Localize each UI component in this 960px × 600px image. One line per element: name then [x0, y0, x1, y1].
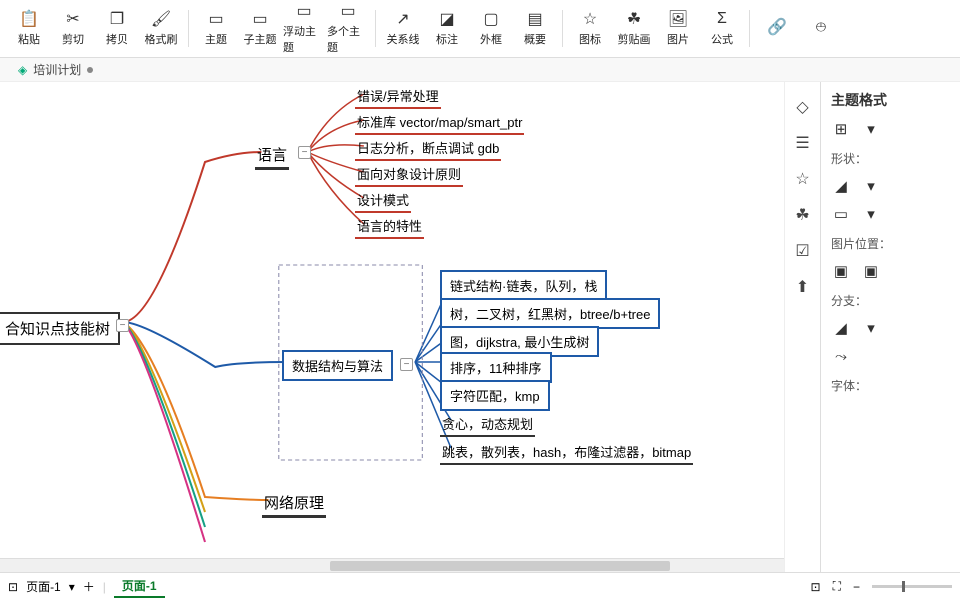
boundary-button[interactable]: ▢外框: [470, 4, 512, 52]
copy-icon: ❐: [107, 9, 127, 29]
fill-icon[interactable]: ◢: [831, 177, 851, 195]
chevron-down-icon[interactable]: ▾: [861, 177, 881, 195]
fit-icon[interactable]: ⊡: [811, 580, 821, 594]
main-toolbar: 📋粘贴 ✂剪切 ❐拷贝 🖌格式刷 ▭主题 ▭子主题 ▭浮动主题 ▭多个主题 ↗关…: [0, 0, 960, 58]
font-label: 字体：: [831, 377, 950, 394]
chevron-down-icon[interactable]: ▾: [861, 205, 881, 223]
chevron-down-icon[interactable]: ▾: [69, 580, 75, 594]
relation-icon: ↗: [393, 9, 413, 29]
image-left-icon[interactable]: ▣: [831, 262, 851, 280]
mindmap-node[interactable]: 日志分析，断点调试 gdb: [355, 136, 501, 161]
zoom-slider[interactable]: [872, 585, 952, 588]
shape-label: 形状：: [831, 150, 950, 167]
clover-icon[interactable]: ☘: [792, 204, 814, 226]
network-button[interactable]: ⦺: [800, 4, 842, 52]
format-button[interactable]: 🖌格式刷: [140, 4, 182, 52]
page-tab-active[interactable]: 页面-1: [114, 575, 165, 598]
add-page-button[interactable]: ＋: [83, 578, 95, 595]
multi-button[interactable]: ▭多个主题: [327, 4, 369, 52]
subtopic-button[interactable]: ▭子主题: [239, 4, 281, 52]
multi-icon: ▭: [338, 1, 358, 21]
image-button[interactable]: 🖼图片: [657, 4, 699, 52]
collapse-icon[interactable]: −: [116, 319, 129, 332]
export-icon[interactable]: ⬆: [792, 276, 814, 298]
outline-icon[interactable]: ⊡: [8, 580, 18, 594]
summary-icon: ▤: [525, 9, 545, 29]
summary-button[interactable]: ▤概要: [514, 4, 556, 52]
mindmap-canvas[interactable]: 合知识点技能树 − 语言 − 错误/异常处理 标准库 vector/map/sm…: [0, 82, 820, 572]
mindmap-node[interactable]: 错误/异常处理: [355, 84, 441, 109]
star-icon: ☆: [580, 9, 600, 29]
close-icon[interactable]: [87, 67, 93, 73]
root-node[interactable]: 合知识点技能树: [0, 312, 120, 345]
branch-style-icon[interactable]: ⤳: [831, 347, 851, 365]
mindmap-node[interactable]: 跳表，散列表，hash，布隆过滤器，bitmap: [440, 440, 693, 465]
imgpos-label: 图片位置：: [831, 235, 950, 252]
paste-icon: 📋: [19, 9, 39, 29]
link-button[interactable]: 🔗: [756, 4, 798, 52]
list-icon[interactable]: ☰: [792, 132, 814, 154]
boundary-icon: ▢: [481, 9, 501, 29]
tab-label: 培训计划: [33, 61, 81, 78]
horizontal-scrollbar[interactable]: [0, 558, 806, 572]
style-icon[interactable]: ◇: [792, 96, 814, 118]
chevron-down-icon[interactable]: ▾: [861, 319, 881, 337]
link-icon: 🔗: [767, 17, 787, 37]
grid-icon[interactable]: ⊞: [831, 120, 851, 138]
cut-button[interactable]: ✂剪切: [52, 4, 94, 52]
fullscreen-icon[interactable]: ⛶: [833, 579, 841, 594]
icon-button[interactable]: ☆图标: [569, 4, 611, 52]
mindmap-node[interactable]: 标准库 vector/map/smart_ptr: [355, 110, 524, 135]
document-tab[interactable]: ◈ 培训计划: [10, 59, 101, 80]
mindmap-node[interactable]: 链式结构·链表，队列，栈: [440, 270, 607, 301]
document-tabs: ◈ 培训计划: [0, 58, 960, 82]
mindmap-node[interactable]: 语言的特性: [355, 214, 424, 239]
branch-color-icon[interactable]: ◢: [831, 319, 851, 337]
mindmap-node[interactable]: 面向对象设计原则: [355, 162, 463, 187]
clipart-icon: ☘: [624, 9, 644, 29]
border-icon[interactable]: ▭: [831, 205, 851, 223]
topic-icon: ▭: [206, 9, 226, 29]
panel-title: 主题格式: [831, 90, 950, 110]
floating-button[interactable]: ▭浮动主题: [283, 4, 325, 52]
sigma-icon: Σ: [712, 9, 732, 29]
task-icon[interactable]: ☑: [792, 240, 814, 262]
branch-network[interactable]: 网络原理: [262, 490, 326, 518]
paste-button[interactable]: 📋粘贴: [8, 4, 50, 52]
mindmap-node[interactable]: 贪心，动态规划: [440, 412, 535, 437]
clipart-button[interactable]: ☘剪贴画: [613, 4, 655, 52]
mindmap-node[interactable]: 设计模式: [355, 188, 411, 213]
format-panel: 主题格式 ⊞ ▾ 形状： ◢ ▾ ▭ ▾ 图片位置： ▣ ▣ 分支： ◢ ▾ ⤳…: [820, 82, 960, 572]
copy-button[interactable]: ❐拷贝: [96, 4, 138, 52]
network-icon: ⦺: [811, 17, 831, 37]
collapse-icon[interactable]: −: [298, 146, 311, 159]
collapse-icon[interactable]: −: [400, 358, 413, 371]
subtopic-icon: ▭: [250, 9, 270, 29]
topic-button[interactable]: ▭主题: [195, 4, 237, 52]
formula-button[interactable]: Σ公式: [701, 4, 743, 52]
branch-language[interactable]: 语言: [255, 142, 289, 170]
callout-button[interactable]: ◪标注: [426, 4, 468, 52]
branch-datastructure[interactable]: 数据结构与算法: [282, 350, 393, 381]
image-right-icon[interactable]: ▣: [861, 262, 881, 280]
xmind-icon: ◈: [18, 63, 27, 77]
image-icon: 🖼: [668, 9, 688, 29]
format-icon-strip: ◇ ☰ ☆ ☘ ☑ ⬆: [784, 82, 820, 572]
cut-icon: ✂: [63, 9, 83, 29]
branch-label: 分支：: [831, 292, 950, 309]
page-dropdown[interactable]: 页面-1: [26, 578, 61, 595]
mindmap-node[interactable]: 字符匹配，kmp: [440, 380, 550, 411]
brush-icon: 🖌: [151, 9, 171, 29]
zoom-out-button[interactable]: −: [853, 580, 860, 594]
favorite-icon[interactable]: ☆: [792, 168, 814, 190]
floating-icon: ▭: [294, 1, 314, 21]
relation-button[interactable]: ↗关系线: [382, 4, 424, 52]
mindmap-node[interactable]: 排序，11种排序: [440, 352, 552, 383]
status-bar: ⊡ 页面-1 ▾ ＋ | 页面-1 ⊡ ⛶ −: [0, 572, 960, 600]
mindmap-node[interactable]: 树，二叉树，红黑树，btree/b+tree: [440, 298, 660, 329]
layout-icon[interactable]: ▾: [861, 120, 881, 138]
callout-icon: ◪: [437, 9, 457, 29]
